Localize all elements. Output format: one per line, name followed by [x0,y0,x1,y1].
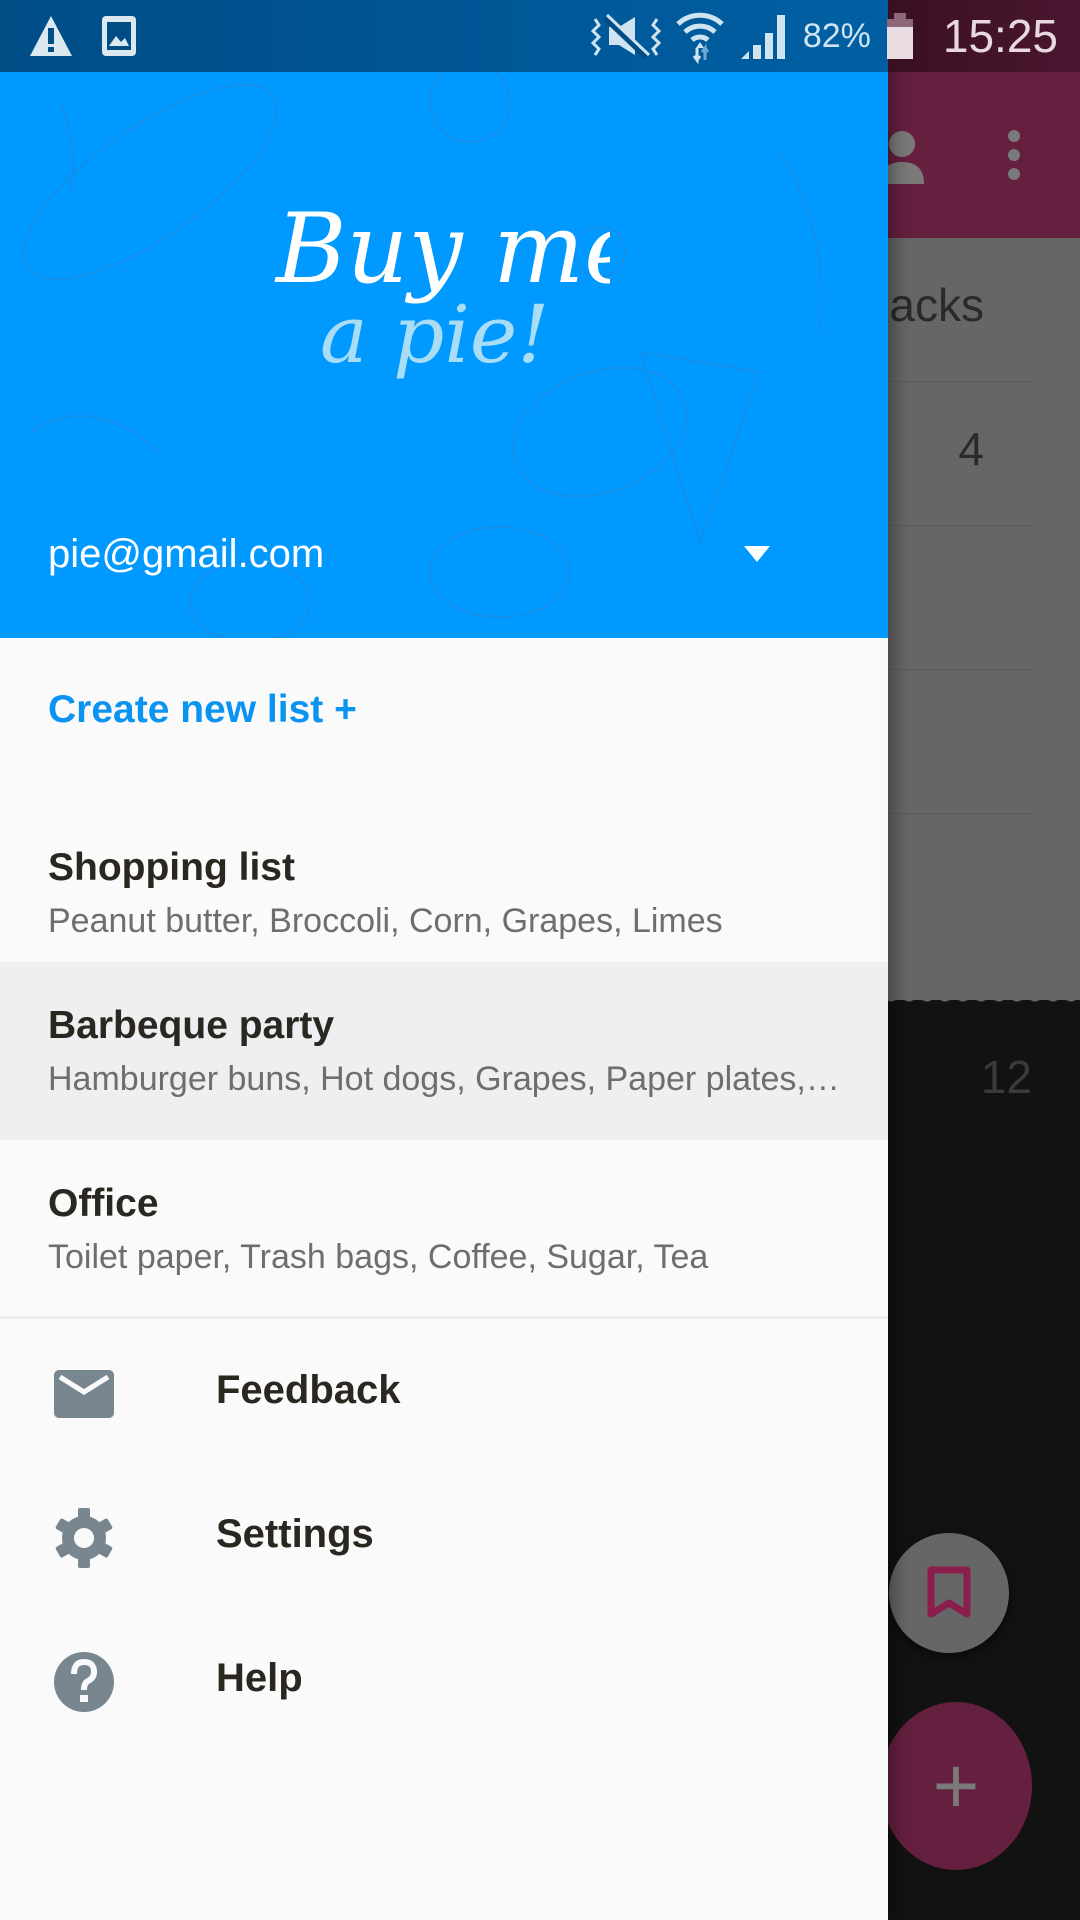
mail-icon [54,1370,114,1418]
bookmark-fab[interactable] [889,1533,1009,1653]
drawer-header: Buy me a pie! pie@gmail.com [0,72,888,638]
plus-icon: + [932,1741,980,1830]
list-item-shopping-list[interactable]: Shopping list Peanut butter, Broccoli, C… [0,804,888,982]
navigation-drawer: Buy me a pie! pie@gmail.com Create new l… [0,0,888,1920]
account-email: pie@gmail.com [48,532,325,576]
list-items-preview: Peanut butter, Broccoli, Corn, Grapes, L… [48,902,723,940]
clock: 15:25 [942,10,1058,62]
help-icon [54,1652,114,1712]
triangle-down-icon[interactable] [740,542,774,566]
app-logo: Buy me a pie! [274,193,610,381]
battery-percent: 82% [802,16,871,55]
battery-icon [886,13,913,59]
row-quantity: 4 [958,423,984,475]
list-title: Shopping list [48,846,295,889]
list-item-office[interactable]: Office Toilet paper, Trash bags, Coffee,… [0,1140,888,1318]
wifi-icon [676,12,724,64]
bookmark-icon [927,1566,971,1618]
logo-line-2: a pie! [320,288,549,381]
status-bar: 82% 15:25 [0,0,1080,72]
divider [0,1316,888,1319]
image-icon [102,16,136,56]
menu-label: Settings [216,1512,374,1556]
menu-item-feedback[interactable]: Feedback [0,1320,888,1464]
signal-icon [740,15,785,59]
list-items-preview: Hamburger buns, Hot dogs, Grapes, Paper … [48,1060,848,1098]
menu-label: Help [216,1656,303,1700]
list-items-preview: Toilet paper, Trash bags, Coffee, Sugar,… [48,1238,709,1276]
warning-icon [30,16,72,56]
menu-item-help[interactable]: Help [0,1608,888,1752]
vibrate-mute-icon [590,13,661,60]
menu-label: Feedback [216,1368,401,1412]
receipt-count: 12 [980,1051,1032,1103]
list-item-barbeque-party[interactable]: Barbeque party Hamburger buns, Hot dogs,… [0,962,888,1140]
add-item-fab[interactable]: + [880,1702,1032,1870]
list-title: Office [48,1182,159,1225]
list-title: Barbeque party [48,1004,335,1047]
gear-icon [55,1508,113,1568]
more-vert-icon[interactable] [1000,130,1028,180]
menu-item-settings[interactable]: Settings [0,1464,888,1608]
create-new-list-button[interactable]: Create new list + [48,688,357,732]
